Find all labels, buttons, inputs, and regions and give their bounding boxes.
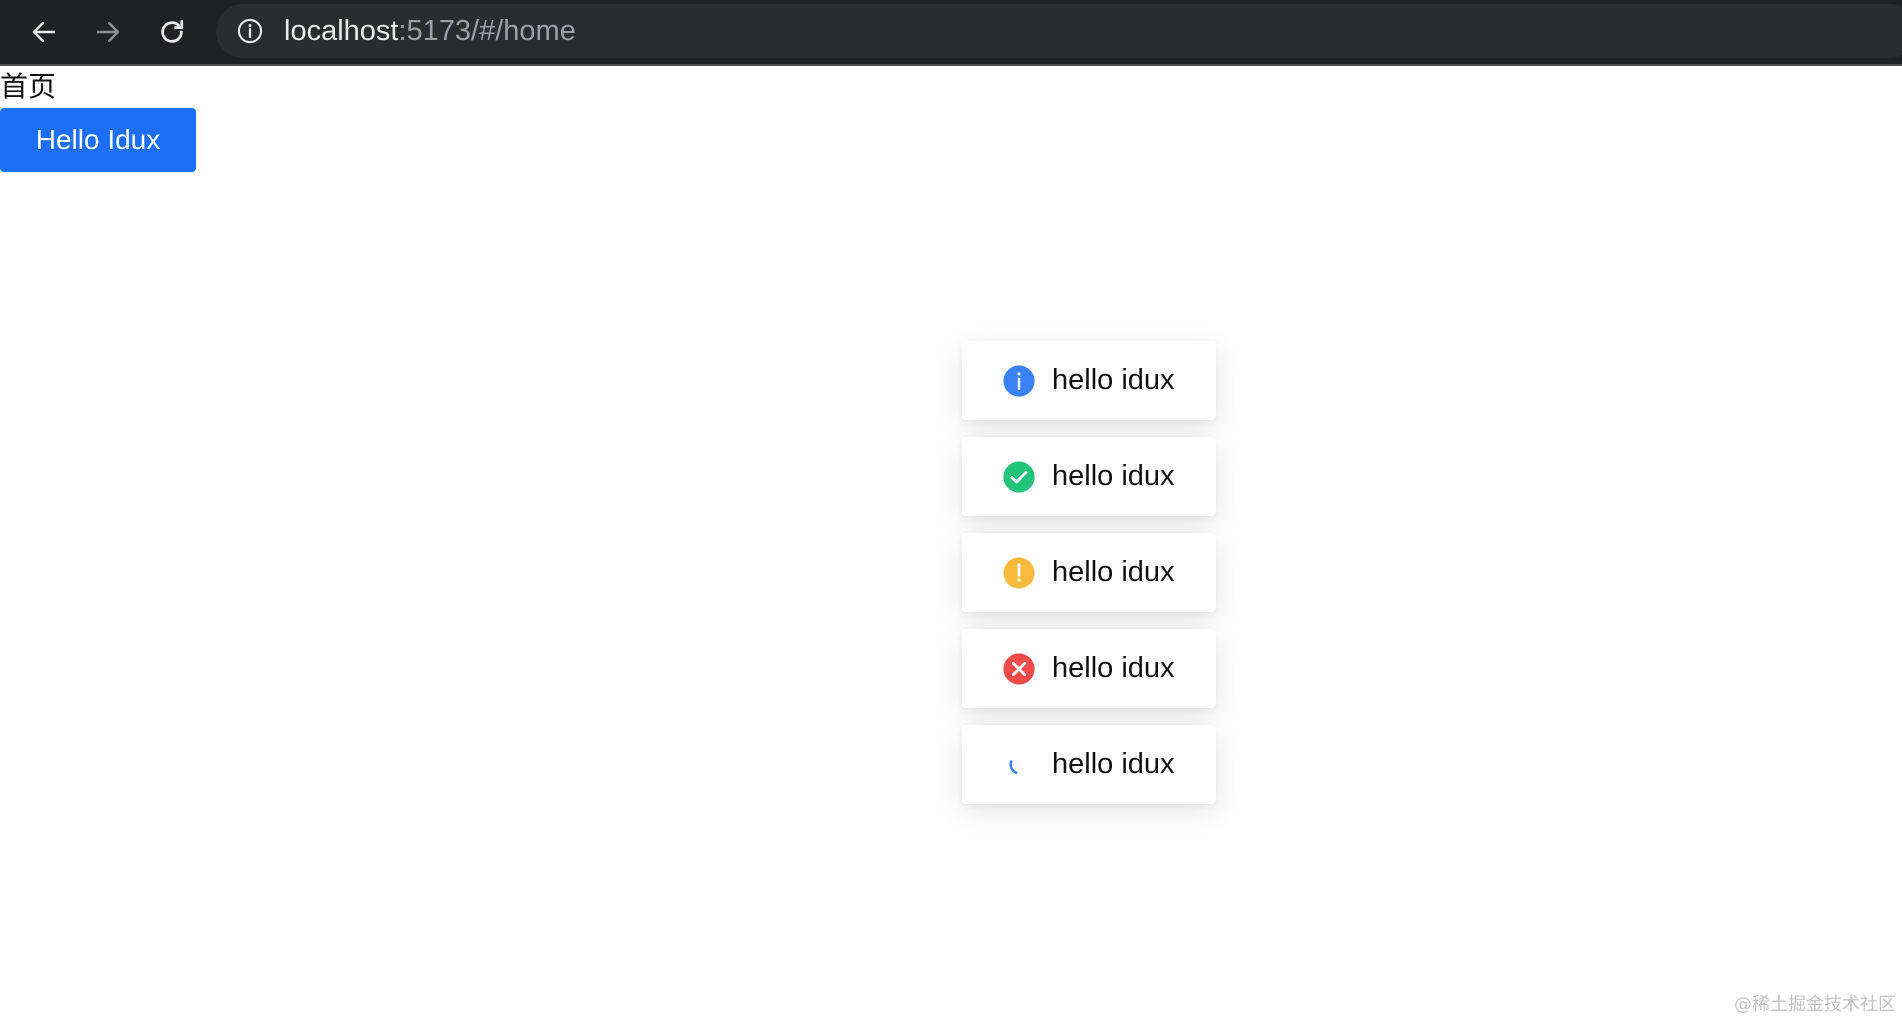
page-title: 首页 [0, 70, 57, 103]
message-info: hello idux [962, 341, 1216, 420]
message-text: hello idux [1052, 748, 1175, 780]
info-circle-icon [1003, 365, 1035, 397]
hello-idux-button[interactable]: Hello Idux [0, 108, 196, 172]
message-error: hello idux [962, 629, 1216, 708]
url-text[interactable]: localhost:5173/#/home [284, 16, 576, 46]
check-circle-icon [1003, 461, 1035, 493]
watermark: @稀土掘金技术社区 [1734, 994, 1896, 1015]
message-text: hello idux [1052, 556, 1175, 588]
message-text: hello idux [1052, 652, 1175, 684]
exclamation-circle-icon [1003, 557, 1035, 589]
message-warning: hello idux [962, 533, 1216, 612]
message-text: hello idux [1052, 460, 1175, 492]
arrow-right-icon [96, 22, 120, 42]
browser-toolbar: localhost:5173/#/home [0, 0, 1902, 66]
loading-spinner-icon [1009, 760, 1018, 775]
message-loading: hello idux [962, 725, 1216, 804]
reload-icon [161, 20, 184, 43]
forward-button[interactable] [86, 10, 130, 54]
reload-button[interactable] [150, 10, 194, 54]
url-path: :5173/#/home [398, 15, 576, 47]
info-icon[interactable] [236, 17, 264, 45]
address-bar[interactable]: localhost:5173/#/home [216, 4, 1902, 58]
url-host: localhost [284, 15, 399, 47]
message-success: hello idux [962, 437, 1216, 516]
close-circle-icon [1003, 653, 1035, 685]
arrow-left-icon [32, 22, 56, 42]
message-text: hello idux [1052, 364, 1175, 396]
message-stack: hello idux hello idux hello idux hello i… [962, 341, 1216, 821]
back-button[interactable] [22, 10, 66, 54]
